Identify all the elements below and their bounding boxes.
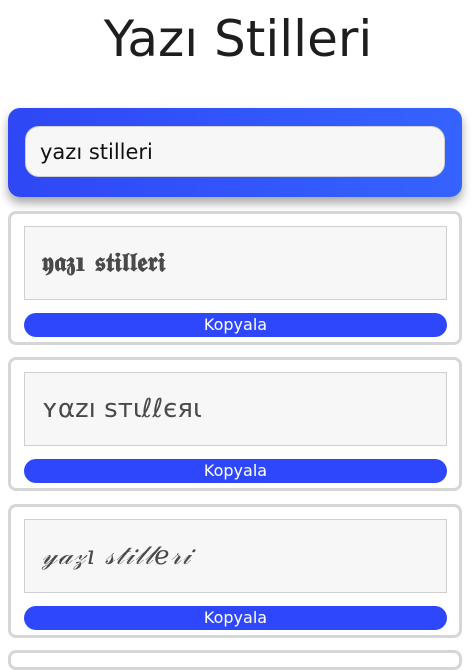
styled-text-output[interactable]: 𝓎𝒶𝓏ı 𝓈𝓉𝒾𝓁𝓁𝑒𝓇𝒾 [24,519,447,593]
style-card-smallcaps: ʏαzı ѕтιℓℓєяι Kopyala [8,357,462,491]
page-title: Yazı Stilleri [103,10,373,68]
search-panel [8,108,462,197]
styled-text-output[interactable]: ʏαzı ѕтιℓℓєяι [24,372,447,446]
style-card-partial [8,650,462,670]
style-card-script: 𝓎𝒶𝓏ı 𝓈𝓉𝒾𝓁𝓁𝑒𝓇𝒾 Kopyala [8,504,462,638]
style-card-fraktur: 𝖞𝖆𝖟ı 𝖘𝖙𝖎𝖑𝖑𝖊𝖗𝖎 Kopyala [8,211,462,345]
copy-button[interactable]: Kopyala [24,606,447,630]
copy-button[interactable]: Kopyala [24,313,447,337]
search-input[interactable] [25,126,445,177]
styled-text-output[interactable]: 𝖞𝖆𝖟ı 𝖘𝖙𝖎𝖑𝖑𝖊𝖗𝖎 [24,226,447,300]
copy-button[interactable]: Kopyala [24,459,447,483]
